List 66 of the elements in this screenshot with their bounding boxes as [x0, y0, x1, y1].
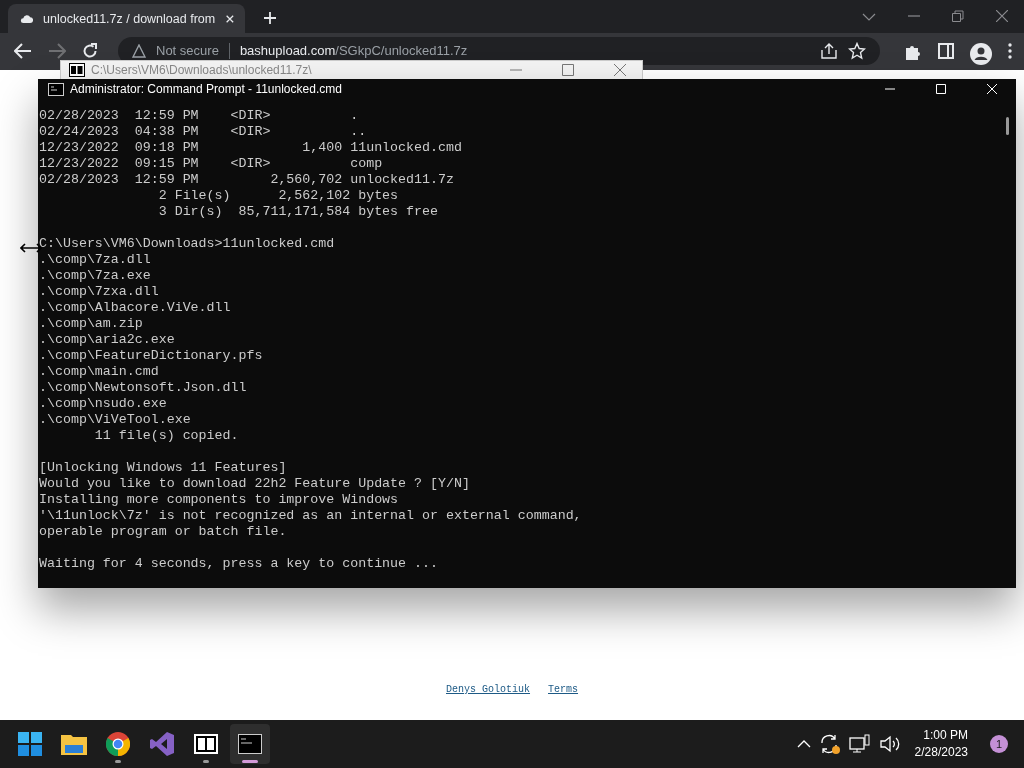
- console-line: 12/23/2022 09:18 PM 1,400 11unlocked.cmd: [39, 140, 462, 156]
- console-line: .\comp\nsudo.exe: [39, 396, 167, 412]
- puzzle-icon[interactable]: [904, 43, 922, 61]
- browser-tab[interactable]: unlocked11.7z / download from: [8, 4, 245, 33]
- menu-icon[interactable]: [1008, 43, 1012, 59]
- share-icon[interactable]: [820, 43, 838, 59]
- console-app-icon: [238, 734, 262, 754]
- window-title: Administrator: Command Prompt - 11unlocked.cmd: [70, 82, 342, 96]
- footer-link[interactable]: Denys Golotiuk: [446, 684, 530, 695]
- network-icon[interactable]: [848, 734, 871, 754]
- console-line: .\comp\am.zip: [39, 316, 143, 332]
- clock-date: 2/28/2023: [914, 744, 968, 761]
- clock[interactable]: 1:00 PM 2/28/2023: [914, 727, 968, 761]
- scrollbar-thumb[interactable]: [1006, 117, 1009, 135]
- chevron-down-icon[interactable]: [862, 12, 876, 22]
- archive-app-icon: [69, 63, 85, 77]
- console-line: [Unlocking Windows 11 Features]: [39, 460, 287, 476]
- console-line: 2 File(s) 2,562,102 bytes: [157, 188, 399, 204]
- console-line: .\comp\aria2c.exe: [39, 332, 175, 348]
- folder-icon: [61, 733, 87, 755]
- clock-time: 1:00 PM: [923, 727, 968, 744]
- console-line: 3 Dir(s) 85,711,171,584 bytes free: [157, 204, 438, 220]
- console-line: .\comp\ViVeTool.exe: [39, 412, 191, 428]
- console-line: .\comp\7za.exe: [39, 268, 151, 284]
- footer-link[interactable]: Terms: [548, 684, 579, 695]
- back-arrow-icon[interactable]: [14, 43, 32, 59]
- warning-icon: [132, 44, 146, 58]
- console-app-icon: [48, 82, 64, 96]
- new-tab-icon[interactable]: [263, 11, 277, 25]
- close-icon[interactable]: [225, 12, 235, 25]
- window-title: C:\Users\VM6\Downloads\unlocked11.7z\: [91, 63, 312, 77]
- side-panel-icon[interactable]: [938, 43, 954, 59]
- forward-arrow-icon[interactable]: [48, 43, 66, 59]
- console-line: .\comp\7za.dll: [39, 252, 151, 268]
- console-line: .\comp\FeatureDictionary.pfs: [39, 348, 263, 364]
- restore-icon[interactable]: [952, 10, 964, 22]
- console-line: .\comp\Newtonsoft.Json.dll: [39, 380, 247, 396]
- ide-icon: [150, 732, 174, 756]
- volume-icon[interactable]: [878, 735, 901, 753]
- console-line: 12/23/2022 09:15 PM <DIR> comp: [39, 156, 383, 172]
- console-line: operable program or batch file.: [39, 524, 287, 540]
- console-line: Installing more components to improve Windows: [39, 492, 399, 508]
- console-line: C:\Users\VM6\Downloads>11unlocked.cmd: [39, 236, 335, 252]
- console-line: 02/24/2023 04:38 PM <DIR> ..: [39, 124, 367, 140]
- console-line: '\11unlock\7z' is not recognized as an internal or external command,: [39, 508, 582, 524]
- profile-icon[interactable]: [970, 43, 992, 65]
- sync-icon[interactable]: [818, 734, 841, 754]
- archive-app-icon: [194, 734, 218, 754]
- windows-logo-icon: [18, 732, 42, 756]
- browser-icon: [106, 732, 130, 756]
- console-line: Waiting for 4 seconds, press a key to continue ...: [39, 556, 438, 572]
- console-line: 11 file(s) copied.: [93, 428, 239, 444]
- console-line: .\comp\7zxa.dll: [39, 284, 159, 300]
- chevron-up-icon[interactable]: [796, 739, 811, 749]
- console-line: 02/28/2023 12:59 PM 2,560,702 unlocked11.7z: [39, 172, 454, 188]
- console-line: 02/28/2023 12:59 PM <DIR> .: [39, 108, 359, 124]
- console-line: .\comp\Albacore.ViVe.dll: [39, 300, 231, 316]
- url-text: bashupload.com/SGkpC/unlocked11.7z: [239, 44, 468, 58]
- notification-badge[interactable]: 1: [990, 735, 1008, 753]
- console-line: Would you like to download 22h2 Feature Update ? [Y/N]: [39, 476, 470, 492]
- taskbar-app[interactable]: [230, 724, 270, 764]
- console-line: .\comp\main.cmd: [39, 364, 159, 380]
- reload-icon[interactable]: [82, 43, 98, 59]
- address-bar[interactable]: Not secure bashupload.com/SGkpC/unlocked11.7z: [118, 37, 880, 65]
- star-icon[interactable]: [848, 42, 866, 60]
- security-label: Not secure: [156, 44, 219, 58]
